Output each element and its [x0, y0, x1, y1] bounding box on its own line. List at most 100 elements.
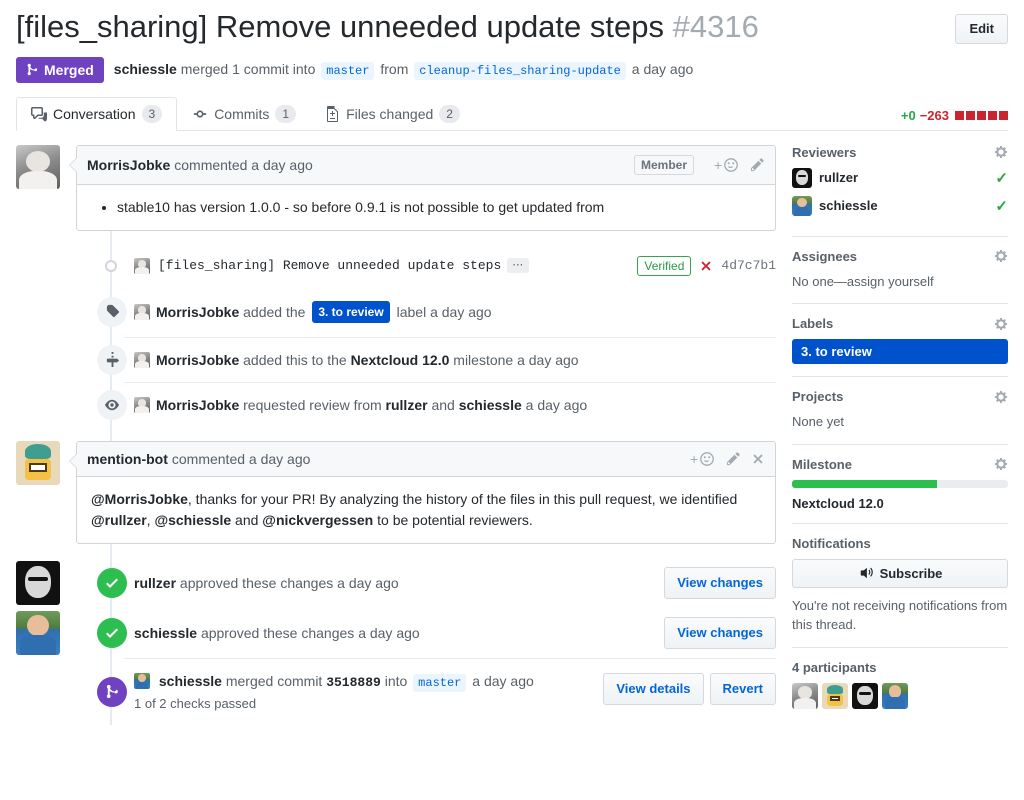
comment-author[interactable]: mention-bot	[87, 451, 168, 467]
event-text-after: milestone	[453, 351, 514, 368]
revert-button[interactable]: Revert	[709, 672, 776, 705]
merge-summary: schiessle merged 1 commit into master fr…	[114, 61, 694, 81]
commit-status-group: Verified 4d7c7b1	[637, 255, 776, 276]
tag-icon	[97, 296, 127, 327]
review-actions: View changes	[664, 566, 776, 599]
gear-icon[interactable]	[994, 145, 1008, 159]
status-badge: Merged	[16, 56, 104, 83]
add-reaction-icon[interactable]: +	[690, 451, 716, 467]
view-details-button[interactable]: View details	[603, 672, 704, 705]
avatar[interactable]	[16, 440, 60, 485]
comment-body: @MorrisJobke, thanks for your PR! By ana…	[77, 477, 775, 543]
merge-commit-sha[interactable]: 3518889	[326, 675, 381, 690]
avatar[interactable]	[852, 682, 878, 709]
edit-pencil-icon[interactable]	[750, 157, 765, 172]
mention-schiessle[interactable]: @schiessle	[154, 512, 231, 528]
verified-badge[interactable]: Verified	[637, 255, 692, 276]
reviewer-1[interactable]: rullzer	[386, 397, 428, 413]
add-reaction-icon[interactable]: +	[714, 157, 740, 173]
review-actor[interactable]: schiessle	[134, 625, 197, 641]
diffstat-blocks	[955, 110, 1008, 120]
avatar[interactable]	[792, 682, 818, 709]
review-action: approved these changes	[179, 574, 334, 591]
diffstat-additions: +0	[900, 107, 916, 123]
sidebar-section-labels: Labels 3. to review	[792, 303, 1008, 376]
tab-files-changed[interactable]: Files changed 2	[311, 97, 475, 131]
avatar[interactable]	[134, 257, 150, 274]
reviewer-2[interactable]: schiessle	[459, 397, 522, 413]
review-action: approved these changes	[200, 624, 355, 641]
sidebar-labels-header: Labels	[792, 316, 1008, 331]
review-actions: View changes	[664, 616, 776, 649]
sidebar-label-chip[interactable]: 3. to review	[792, 339, 1008, 365]
view-changes-button[interactable]: View changes	[664, 616, 776, 649]
merge-target-branch[interactable]: master	[413, 673, 467, 692]
subscribe-button[interactable]: Subscribe	[792, 558, 1008, 588]
avatar	[792, 195, 812, 216]
avatar[interactable]	[134, 303, 150, 320]
milestone-name[interactable]: Nextcloud 12.0	[792, 496, 1008, 511]
sidebar-reviewer-schiessle[interactable]: schiessle ✓	[792, 195, 1008, 216]
comment-author[interactable]: MorrisJobke	[87, 157, 170, 173]
sidebar-milestone-title: Milestone	[792, 456, 852, 472]
event-timestamp: a day ago	[430, 303, 492, 320]
close-icon[interactable]	[751, 452, 765, 466]
comment-box: mention-bot commented a day ago + @Morri…	[69, 440, 776, 544]
view-changes-button[interactable]: View changes	[664, 566, 776, 599]
status-badge-label: Merged	[44, 61, 94, 78]
review-actor[interactable]: rullzer	[134, 575, 176, 591]
tab-commits[interactable]: Commits 1	[177, 97, 311, 131]
event-actor[interactable]: MorrisJobke	[156, 352, 239, 368]
avatar[interactable]	[822, 682, 848, 709]
gear-icon[interactable]	[994, 317, 1008, 331]
event-actor[interactable]: MorrisJobke	[156, 304, 239, 320]
x-failed-icon[interactable]	[699, 259, 713, 273]
avatar[interactable]	[16, 560, 60, 605]
edit-button[interactable]: Edit	[955, 14, 1008, 44]
git-merge-icon	[26, 63, 39, 76]
participants-list	[792, 682, 1008, 709]
merge-actor[interactable]: schiessle	[159, 673, 222, 689]
pr-tabs: Conversation 3 Commits 1 Files changed 2…	[16, 96, 1008, 131]
timeline-events: MorrisJobke added the 3. to review label…	[16, 287, 776, 427]
sidebar-notifications-title: Notifications	[792, 535, 871, 551]
gear-icon[interactable]	[994, 249, 1008, 263]
commit-message[interactable]: [files_sharing] Remove unneeded update s…	[158, 258, 501, 273]
comment-timestamp: a day ago	[248, 450, 311, 467]
sidebar-section-projects: Projects None yet	[792, 376, 1008, 444]
event-actor[interactable]: MorrisJobke	[156, 397, 239, 413]
diffstat-deletions: −263	[919, 107, 949, 123]
mention-nickvergessen[interactable]: @nickvergessen	[262, 512, 373, 528]
eye-icon	[97, 389, 127, 420]
bot-sep-2: and	[235, 511, 259, 528]
mention-rullzer[interactable]: @rullzer	[91, 512, 147, 528]
merged-text: merged 1 commit into	[180, 61, 316, 78]
avatar	[792, 167, 812, 188]
head-branch-tag[interactable]: cleanup-files_sharing-update	[414, 62, 626, 81]
edit-pencil-icon[interactable]	[726, 451, 741, 466]
avatar[interactable]	[134, 351, 150, 368]
participants-title: 4 participants	[792, 659, 877, 675]
avatar[interactable]	[882, 682, 908, 709]
gear-icon[interactable]	[994, 457, 1008, 471]
avatar[interactable]	[134, 672, 150, 689]
commit-sha[interactable]: 4d7c7b1	[721, 258, 776, 273]
check-circle-icon	[97, 567, 127, 598]
gear-icon[interactable]	[994, 390, 1008, 404]
label-chip[interactable]: 3. to review	[312, 300, 390, 323]
merged-by-user[interactable]: schiessle	[114, 61, 177, 77]
sidebar-reviewer-rullzer[interactable]: rullzer ✓	[792, 167, 1008, 188]
base-branch-tag[interactable]: master	[321, 62, 375, 81]
milestone-name[interactable]: Nextcloud 12.0	[351, 352, 450, 368]
merged-timestamp: a day ago	[631, 61, 694, 78]
assignees-empty-text[interactable]: No one—assign yourself	[792, 272, 1008, 292]
commit-expand-icon[interactable]: ⋯	[507, 258, 530, 274]
mention-morrisjobke[interactable]: @MorrisJobke	[91, 491, 188, 507]
merge-timestamp: a day ago	[472, 672, 534, 689]
diffstat: +0 −263	[901, 108, 1008, 123]
avatar[interactable]	[16, 144, 60, 189]
avatar[interactable]	[134, 396, 150, 413]
tab-conversation[interactable]: Conversation 3	[16, 96, 178, 131]
timeline-column: MorrisJobke commented a day ago Member +	[16, 144, 776, 725]
avatar[interactable]	[16, 610, 60, 655]
